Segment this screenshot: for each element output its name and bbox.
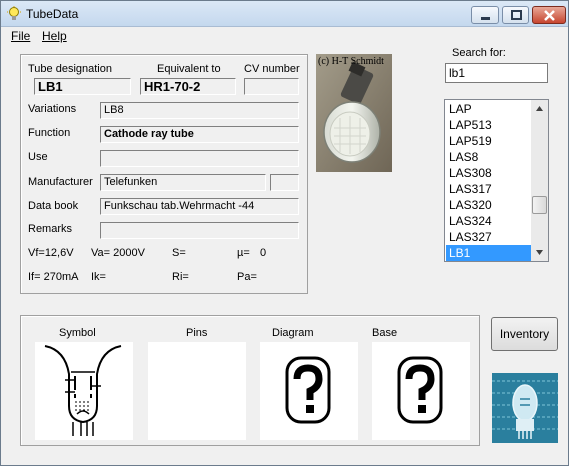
- scroll-thumb[interactable]: [532, 196, 547, 214]
- list-item[interactable]: LAS327: [446, 229, 531, 245]
- list-item[interactable]: LAP: [446, 101, 531, 117]
- if-value: If= 270mA: [28, 271, 79, 283]
- variations-field[interactable]: LB8: [100, 102, 299, 119]
- search-label: Search for:: [452, 47, 506, 59]
- inventory-button[interactable]: Inventory: [491, 317, 558, 351]
- manufacturer-field[interactable]: Telefunken: [100, 174, 266, 191]
- tube-logo-icon: [492, 373, 558, 443]
- minimize-button[interactable]: [471, 6, 499, 24]
- menu-file[interactable]: File: [11, 29, 30, 43]
- ik-value: Ik=: [91, 271, 106, 283]
- crt-symbol-icon: [44, 345, 122, 436]
- mu-label: µ=: [237, 247, 250, 259]
- base-pane[interactable]: [372, 342, 470, 440]
- diagram-pane[interactable]: [260, 342, 358, 440]
- equivalent-label: Equivalent to: [157, 63, 221, 75]
- databook-field[interactable]: Funkschau tab.Wehrmacht -44: [100, 198, 299, 215]
- list-scrollbar[interactable]: [531, 100, 548, 261]
- remarks-field[interactable]: [100, 222, 299, 239]
- list-item[interactable]: LAS8: [446, 149, 531, 165]
- list-item[interactable]: LAP513: [446, 117, 531, 133]
- pins-pane[interactable]: [148, 342, 246, 440]
- vf-value: Vf=12,6V: [28, 247, 74, 259]
- ri-value: Ri=: [172, 271, 189, 283]
- base-title: Base: [372, 327, 398, 339]
- photo-caption: (c) H-T Schmidt: [318, 56, 384, 67]
- equivalent-field[interactable]: HR1-70-2: [140, 78, 236, 95]
- scroll-up-icon[interactable]: [531, 100, 548, 117]
- tubedata-logo: [492, 373, 558, 443]
- cv-label: CV number: [244, 63, 300, 75]
- manufacturer-label: Manufacturer: [28, 176, 93, 188]
- close-button[interactable]: [532, 6, 566, 24]
- mu-value: 0: [260, 247, 267, 259]
- cv-field[interactable]: [244, 78, 299, 95]
- search-input[interactable]: [445, 63, 548, 83]
- use-field[interactable]: [100, 150, 299, 167]
- manufacturer-extra-field[interactable]: [270, 174, 299, 191]
- list-item[interactable]: LAS324: [446, 213, 531, 229]
- list-item[interactable]: LAS308: [446, 165, 531, 181]
- tube-photo: (c) H-T Schmidt: [316, 54, 392, 172]
- s-value: S=: [172, 247, 186, 259]
- diagram-title: Diagram: [272, 327, 314, 339]
- question-mark-icon: [397, 356, 443, 424]
- list-item[interactable]: LAS320: [446, 197, 531, 213]
- variations-label: Variations: [28, 103, 77, 115]
- menu-help-label: Help: [42, 29, 67, 43]
- main-window: TubeData File Help Tube designation Equi…: [0, 0, 569, 466]
- designation-label: Tube designation: [28, 63, 112, 75]
- list-item[interactable]: LAP519: [446, 133, 531, 149]
- menu-file-label: File: [11, 29, 31, 43]
- maximize-icon: [511, 10, 522, 20]
- symbol-title: Symbol: [59, 327, 96, 339]
- remarks-label: Remarks: [28, 223, 73, 235]
- list-item[interactable]: LAS317: [446, 181, 531, 197]
- menu-help[interactable]: Help: [42, 29, 67, 43]
- symbol-pane[interactable]: [35, 342, 133, 440]
- pa-value: Pa=: [237, 271, 257, 283]
- lightbulb-icon: [7, 6, 21, 20]
- va-value: Va= 2000V: [91, 247, 145, 259]
- minimize-icon: [481, 17, 490, 20]
- question-mark-icon: [285, 356, 331, 424]
- tube-photo-image: [316, 54, 392, 172]
- menu-bar: File Help: [1, 27, 568, 45]
- list-item-selected[interactable]: LB1: [446, 245, 531, 261]
- function-label: Function: [28, 127, 71, 139]
- pins-title: Pins: [186, 327, 208, 339]
- close-icon: [544, 10, 555, 21]
- use-label: Use: [28, 151, 48, 163]
- tube-listbox[interactable]: LAP LAP513 LAP519 LAS8 LAS308 LAS317 LAS…: [444, 99, 549, 262]
- designation-field[interactable]: LB1: [34, 78, 131, 95]
- databook-label: Data book: [28, 200, 79, 212]
- title-bar[interactable]: TubeData: [1, 1, 568, 27]
- function-field[interactable]: Cathode ray tube: [100, 126, 299, 143]
- scroll-down-icon[interactable]: [531, 244, 548, 261]
- maximize-button[interactable]: [502, 6, 529, 24]
- window-title: TubeData: [26, 7, 79, 21]
